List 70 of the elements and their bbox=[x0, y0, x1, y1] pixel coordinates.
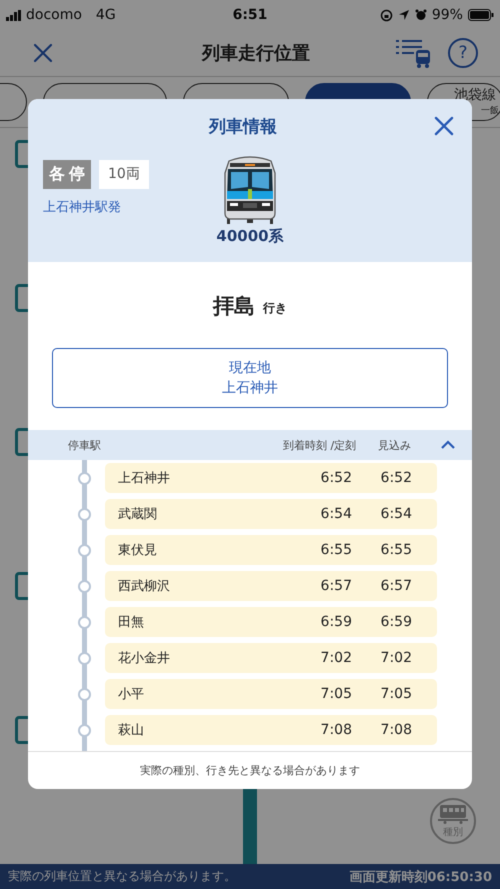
stop-node bbox=[78, 544, 91, 556]
location-arrow-icon bbox=[398, 9, 410, 21]
stop-node bbox=[78, 688, 91, 700]
stop-node bbox=[78, 724, 91, 736]
expected-time: 6:57 bbox=[380, 578, 412, 594]
station-name: 西武柳沢 bbox=[118, 578, 171, 595]
expected-time: 7:08 bbox=[380, 722, 412, 738]
signal-icon bbox=[6, 10, 22, 20]
station-name: 花小金井 bbox=[118, 650, 171, 667]
network-type: 4G bbox=[96, 7, 116, 23]
current-location-button[interactable]: 現在地 上石神井 bbox=[52, 348, 448, 408]
train-series: 40000系 bbox=[216, 227, 284, 246]
car-count: 10両 bbox=[99, 160, 149, 189]
station-name: 東伏見 bbox=[118, 542, 158, 559]
scheduled-time: 6:57 bbox=[320, 578, 352, 594]
help-button[interactable]: ? bbox=[448, 38, 478, 68]
expected-time: 6:52 bbox=[380, 470, 412, 486]
screen-title: 列車走行位置 bbox=[200, 42, 311, 65]
train-type-badge: 各停 bbox=[43, 160, 91, 189]
close-icon bbox=[433, 115, 455, 137]
scheduled-time: 7:05 bbox=[320, 686, 352, 702]
close-icon bbox=[32, 42, 54, 64]
battery-percent: 99% bbox=[432, 7, 463, 23]
station-name: 武蔵関 bbox=[118, 506, 158, 523]
scheduled-time: 6:55 bbox=[320, 542, 352, 558]
stop-row[interactable]: 西武柳沢 6:57 6:57 bbox=[105, 571, 437, 601]
scheduled-time: 6:54 bbox=[320, 506, 352, 522]
station-name: 萩山 bbox=[118, 722, 145, 739]
expected-time: 6:55 bbox=[380, 542, 412, 558]
stop-node bbox=[78, 616, 91, 628]
destination: 拝島 bbox=[213, 293, 255, 320]
update-time: 画面更新時刻06:50:30 bbox=[349, 868, 492, 886]
stop-row[interactable]: 花小金井 7:02 7:02 bbox=[105, 643, 437, 673]
station-name: 小平 bbox=[118, 686, 145, 703]
train-car-icon bbox=[438, 804, 468, 824]
alarm-icon bbox=[414, 9, 427, 21]
stop-row[interactable]: 上石神井 6:52 6:52 bbox=[105, 463, 437, 493]
scheduled-time: 6:59 bbox=[320, 614, 352, 630]
stop-row[interactable]: 東伏見 6:55 6:55 bbox=[105, 535, 437, 565]
expected-time: 7:05 bbox=[380, 686, 412, 702]
scheduled-time: 7:08 bbox=[320, 722, 352, 738]
stop-node bbox=[78, 472, 91, 484]
battery-icon bbox=[468, 9, 494, 21]
stop-node bbox=[78, 580, 91, 592]
stop-row[interactable]: 小平 7:05 7:05 bbox=[105, 679, 437, 709]
collapse-chevron-icon[interactable] bbox=[440, 439, 456, 451]
dialog-title: 列車情報 bbox=[208, 116, 278, 138]
station-name: 田無 bbox=[118, 614, 145, 631]
stop-row[interactable]: 萩山 7:08 7:08 bbox=[105, 715, 437, 745]
column-header: 見込み bbox=[378, 438, 412, 452]
dialog-note: 実際の種別、行き先と異なる場合があります bbox=[28, 751, 472, 789]
scheduled-time: 6:52 bbox=[320, 470, 352, 486]
stop-row[interactable]: 武蔵関 6:54 6:54 bbox=[105, 499, 437, 529]
position-notice: 実際の列車位置と異なる場合があります。 bbox=[8, 868, 236, 885]
column-header: 停車駅 bbox=[68, 438, 102, 452]
expected-time: 7:02 bbox=[380, 650, 412, 666]
carrier-name: docomo bbox=[26, 7, 82, 23]
clock-time: 6:51 bbox=[232, 7, 268, 23]
close-button[interactable] bbox=[432, 114, 456, 138]
destination-suffix: 行き bbox=[263, 300, 287, 317]
origin-station: 上石神井駅発 bbox=[43, 199, 122, 216]
expected-time: 6:54 bbox=[380, 506, 412, 522]
expected-time: 6:59 bbox=[380, 614, 412, 630]
scheduled-time: 7:02 bbox=[320, 650, 352, 666]
stop-node bbox=[78, 508, 91, 520]
stop-node bbox=[78, 652, 91, 664]
station-name: 上石神井 bbox=[118, 470, 171, 487]
stop-row[interactable]: 田無 6:59 6:59 bbox=[105, 607, 437, 637]
column-header: 到着時刻 /定刻 bbox=[283, 438, 358, 452]
rotation-lock-icon bbox=[380, 8, 393, 22]
